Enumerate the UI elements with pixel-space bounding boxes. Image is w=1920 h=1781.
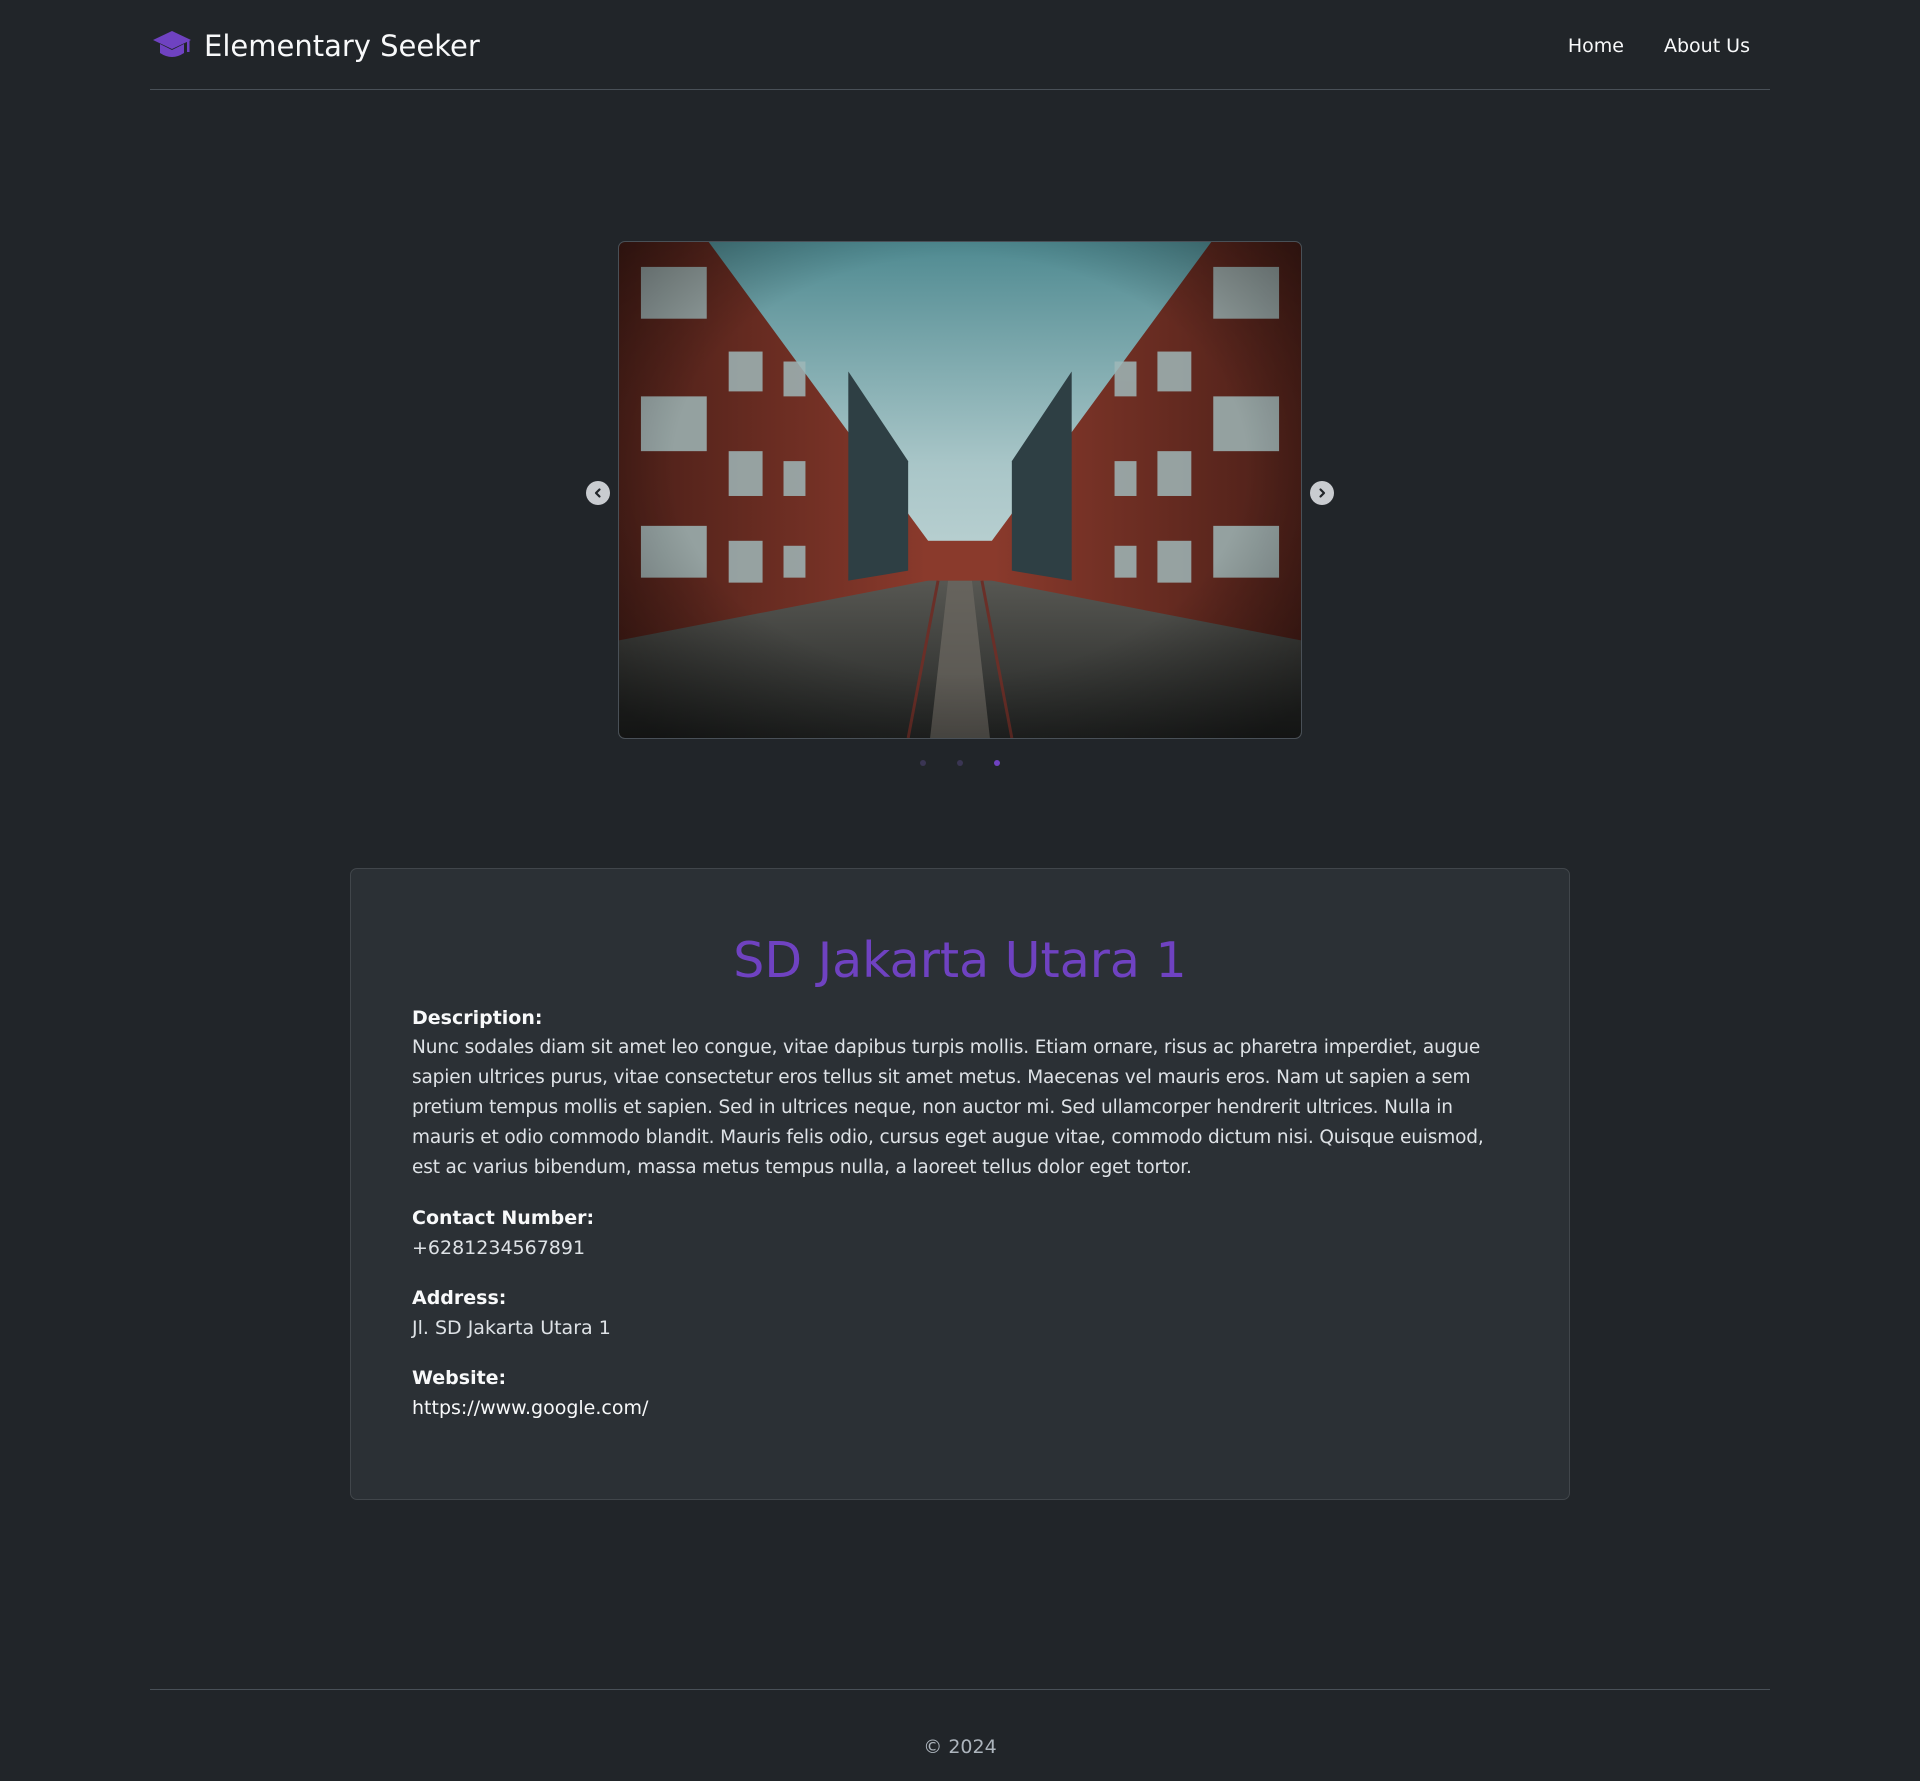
chevron-right-icon <box>1319 488 1326 498</box>
description-field: Description: Nunc sodales diam sit amet … <box>412 1003 1512 1183</box>
graduation-cap-icon <box>153 31 191 57</box>
school-image-carousel <box>586 240 1334 780</box>
website-link[interactable]: https://www.google.com/ <box>412 1393 1512 1423</box>
chevron-left-icon <box>594 488 601 498</box>
description-text: Nunc sodales diam sit amet leo congue, v… <box>412 1037 1484 1178</box>
contact-number: +6281234567891 <box>412 1237 586 1259</box>
carousel-indicator-1[interactable] <box>920 760 926 766</box>
page: Elementary Seeker Home About Us SD Jakar… <box>0 0 1920 1781</box>
nav-home-link[interactable]: Home <box>1568 32 1624 60</box>
address-field: Address: Jl. SD Jakarta Utara 1 <box>412 1283 1512 1343</box>
school-name-title: SD Jakarta Utara 1 <box>733 932 1187 989</box>
footer-copyright: © 2024 <box>923 1736 997 1758</box>
footer-divider <box>150 1689 1770 1690</box>
brand-name: Elementary Seeker <box>204 29 480 63</box>
school-details-card: SD Jakarta Utara 1 Description: Nunc sod… <box>350 868 1570 1500</box>
contact-field: Contact Number: +6281234567891 <box>412 1203 1512 1263</box>
school-details: Description: Nunc sodales diam sit amet … <box>412 1003 1512 1443</box>
brand-link[interactable]: Elementary Seeker <box>152 26 480 66</box>
main-nav: Home About Us <box>1568 32 1750 60</box>
description-label: Description: <box>412 1007 543 1029</box>
contact-label: Contact Number: <box>412 1207 595 1229</box>
nav-about-us-link[interactable]: About Us <box>1664 32 1750 60</box>
address-label: Address: <box>412 1287 507 1309</box>
carousel-indicator-3[interactable] <box>994 760 1000 766</box>
carousel-next-button[interactable] <box>1310 481 1334 505</box>
site-header: Elementary Seeker Home About Us <box>150 0 1770 90</box>
website-field: Website: https://www.google.com/ <box>412 1363 1512 1423</box>
carousel-indicators <box>586 760 1334 766</box>
school-building-photo <box>619 242 1301 738</box>
address-text: Jl. SD Jakarta Utara 1 <box>412 1317 611 1339</box>
carousel-prev-button[interactable] <box>586 481 610 505</box>
carousel-indicator-2[interactable] <box>957 760 963 766</box>
carousel-slide-image <box>618 241 1302 739</box>
website-label: Website: <box>412 1367 507 1389</box>
